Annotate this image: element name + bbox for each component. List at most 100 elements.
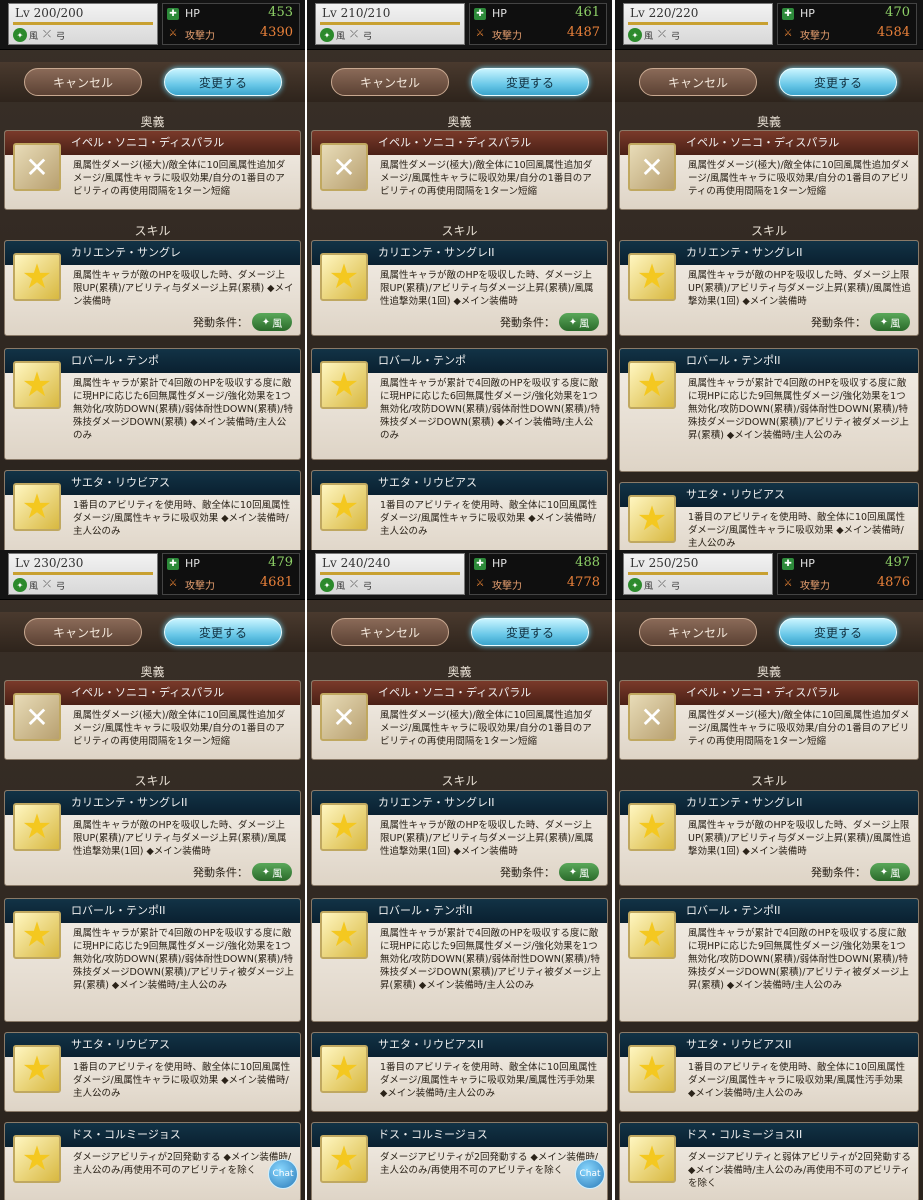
condition-label: 発動条件：	[500, 316, 555, 329]
ougi-card[interactable]: イペル・ソニコ・ディスパラル ✕ 風属性ダメージ(極大)/敵全体に10回風属性追…	[619, 680, 919, 760]
skill-description: 1番目のアビリティを使用時、敵全体に10回風属性ダメージ/風属性キャラに吸収効果…	[688, 1062, 906, 1099]
skill-card[interactable]: カリエンテ・サングレII ★ 風属性キャラが敵のHPを吸収した時、ダメージ上限U…	[619, 790, 919, 886]
skill-card[interactable]: カリエンテ・サングレII ★ 風属性キャラが敵のHPを吸収した時、ダメージ上限U…	[311, 240, 608, 336]
skill-section-title: スキル	[750, 774, 787, 788]
bow-icon: ⤫	[658, 579, 667, 590]
element-label: 風	[336, 31, 346, 42]
sword-icon: ⚔	[783, 28, 793, 39]
skill-card[interactable]: カリエンテ・サングレII ★ 風属性キャラが敵のHPを吸収した時、ダメージ上限U…	[311, 790, 608, 886]
cancel-button[interactable]: キャンセル	[639, 618, 757, 646]
level-text: Lv 230/230	[15, 556, 84, 570]
ougi-section-title: 奥義	[756, 115, 781, 129]
skill-description: 1番目のアビリティを使用時、敵全体に10回風属性ダメージ/風属性キャラに吸収効果…	[73, 500, 291, 537]
change-button[interactable]: 変更する	[779, 68, 897, 96]
ougi-card[interactable]: イペル・ソニコ・ディスパラル ✕ 風属性ダメージ(極大)/敵全体に10回風属性追…	[619, 130, 919, 210]
ougi-section-title: 奥義	[140, 665, 165, 679]
crossed-swords-icon: ✕	[13, 143, 61, 191]
level-bar	[320, 572, 460, 575]
skill-card[interactable]: ロバール・テンポ ★ 風属性キャラが累計で4回敵のHPを吸収する度に敵に現HPに…	[311, 348, 608, 460]
level-bar	[628, 572, 768, 575]
element-label: 風	[29, 31, 39, 42]
ougi-section-title: 奥義	[447, 665, 472, 679]
skill-description: 風属性キャラが敵のHPを吸収した時、ダメージ上限UP(累積)/アビリティ与ダメー…	[688, 270, 911, 307]
element-label: 風	[29, 581, 39, 592]
hp-icon: ✚	[782, 8, 794, 20]
wind-element-icon: ✦	[320, 28, 334, 42]
skill-section-title: スキル	[441, 224, 478, 238]
skill-card[interactable]: カリエンテ・サングレ ★ 風属性キャラが敵のHPを吸収した時、ダメージ上限UP(…	[4, 240, 301, 336]
level-box: Lv 200/200 ✦ 風 ⤫ 弓	[8, 3, 158, 45]
change-button[interactable]: 変更する	[164, 68, 282, 96]
condition-label: 発動条件：	[500, 866, 555, 879]
stat-box: ✚ HP 461 ⚔ 攻撃力 4487	[469, 3, 607, 45]
chat-button[interactable]: Chat	[575, 1159, 605, 1189]
skill-card[interactable]: ロバール・テンポII ★ 風属性キャラが累計で4回敵のHPを吸収する度に敵に現H…	[619, 898, 919, 1022]
skill-card[interactable]: ロバール・テンポ ★ 風属性キャラが累計で4回敵のHPを吸収する度に敵に現HPに…	[4, 348, 301, 460]
wind-element-icon: ✦	[261, 316, 271, 328]
chat-button[interactable]: Chat	[268, 1159, 298, 1189]
skill-card[interactable]: サエタ・リウビアス ★ 1番目のアビリティを使用時、敵全体に10回風属性ダメージ…	[4, 1032, 301, 1112]
ougi-card[interactable]: イペル・ソニコ・ディスパラル ✕ 風属性ダメージ(極大)/敵全体に10回風属性追…	[311, 130, 608, 210]
weapon-panel: Lv 200/200 ✦ 風 ⤫ 弓 ✚ HP 453 ⚔ 攻撃力 4390 キ…	[0, 0, 305, 552]
change-button[interactable]: 変更する	[164, 618, 282, 646]
skill-card[interactable]: サエタ・リウビアスII ★ 1番目のアビリティを使用時、敵全体に10回風属性ダメ…	[619, 1032, 919, 1112]
level-bar	[628, 22, 768, 25]
skill-card[interactable]: カリエンテ・サングレII ★ 風属性キャラが敵のHPを吸収した時、ダメージ上限U…	[4, 790, 301, 886]
change-button[interactable]: 変更する	[779, 618, 897, 646]
skill-description: 風属性キャラが累計で4回敵のHPを吸収する度に敵に現HPに応じた9回無属性ダメー…	[380, 928, 601, 991]
level-bar	[13, 22, 153, 25]
skill-card[interactable]: ロバール・テンポII ★ 風属性キャラが累計で4回敵のHPを吸収する度に敵に現H…	[311, 898, 608, 1022]
change-button[interactable]: 変更する	[471, 68, 589, 96]
cancel-button[interactable]: キャンセル	[331, 618, 449, 646]
skill-card[interactable]: ロバール・テンポII ★ 風属性キャラが累計で4回敵のHPを吸収する度に敵に現H…	[619, 348, 919, 472]
star-icon: ★	[320, 253, 368, 301]
hp-icon: ✚	[474, 8, 486, 20]
skill-card[interactable]: カリエンテ・サングレII ★ 風属性キャラが敵のHPを吸収した時、ダメージ上限U…	[619, 240, 919, 336]
weapon-label: 弓	[363, 581, 373, 592]
skill-card[interactable]: ドス・コルミージョス ★ ダメージアビリティが2回発動する ◆メイン装備時/主人…	[4, 1122, 301, 1200]
wind-element-icon: ✦	[13, 578, 27, 592]
stat-box: ✚ HP 497 ⚔ 攻撃力 4876	[777, 553, 917, 595]
change-button[interactable]: 変更する	[471, 618, 589, 646]
skill-description: 風属性キャラが累計で4回敵のHPを吸収する度に敵に現HPに応じた9回無属性ダメー…	[73, 928, 294, 991]
stat-box: ✚ HP 453 ⚔ 攻撃力 4390	[162, 3, 300, 45]
ougi-card[interactable]: イペル・ソニコ・ディスパラル ✕ 風属性ダメージ(極大)/敵全体に10回風属性追…	[4, 130, 301, 210]
hp-value: 479	[268, 555, 293, 570]
skill-card[interactable]: ドス・コルミージョスII ★ ダメージアビリティと弱体アビリティが2回発動する …	[619, 1122, 919, 1200]
bow-icon: ⤫	[43, 29, 52, 40]
level-text: Lv 250/250	[630, 556, 699, 570]
weapon-panel: Lv 210/210 ✦ 風 ⤫ 弓 ✚ HP 461 ⚔ 攻撃力 4487 キ…	[307, 0, 612, 552]
crossed-swords-icon: ✕	[320, 693, 368, 741]
ougi-section-title: 奥義	[756, 665, 781, 679]
skill-card[interactable]: ドス・コルミージョス ★ ダメージアビリティが2回発動する ◆メイン装備時/主人…	[311, 1122, 608, 1200]
star-icon: ★	[13, 361, 61, 409]
wind-condition-badge: ✦ 風	[559, 313, 599, 331]
atk-value: 4681	[259, 575, 293, 590]
cancel-button[interactable]: キャンセル	[24, 618, 142, 646]
level-text: Lv 240/240	[322, 556, 391, 570]
cancel-button[interactable]: キャンセル	[24, 68, 142, 96]
skill-description: 風属性キャラが敵のHPを吸収した時、ダメージ上限UP(累積)/アビリティ与ダメー…	[380, 820, 594, 857]
condition-label: 発動条件：	[193, 316, 248, 329]
weapon-label: 弓	[671, 31, 681, 42]
skill-card[interactable]: サエタ・リウビアス ★ 1番目のアビリティを使用時、敵全体に10回風属性ダメージ…	[619, 482, 919, 552]
weapon-panel: Lv 230/230 ✦ 風 ⤫ 弓 ✚ HP 479 ⚔ 攻撃力 4681 キ…	[0, 550, 305, 1200]
skill-card[interactable]: サエタ・リウビアスII ★ 1番目のアビリティを使用時、敵全体に10回風属性ダメ…	[311, 1032, 608, 1112]
skill-card[interactable]: サエタ・リウビアス ★ 1番目のアビリティを使用時、敵全体に10回風属性ダメージ…	[4, 470, 301, 552]
stats-header: Lv 210/210 ✦ 風 ⤫ 弓 ✚ HP 461 ⚔ 攻撃力 4487	[307, 0, 612, 50]
wind-condition-badge: ✦ 風	[252, 863, 292, 881]
ougi-description: 風属性ダメージ(極大)/敵全体に10回風属性追加ダメージ/風属性キャラに吸収効果…	[73, 160, 286, 197]
ougi-card[interactable]: イペル・ソニコ・ディスパラル ✕ 風属性ダメージ(極大)/敵全体に10回風属性追…	[4, 680, 301, 760]
skill-card[interactable]: サエタ・リウビアス ★ 1番目のアビリティを使用時、敵全体に10回風属性ダメージ…	[311, 470, 608, 552]
wind-condition-badge: ✦ 風	[559, 863, 599, 881]
cancel-button[interactable]: キャンセル	[331, 68, 449, 96]
atk-value: 4876	[876, 575, 910, 590]
skill-description: 風属性キャラが敵のHPを吸収した時、ダメージ上限UP(累積)/アビリティ与ダメー…	[688, 820, 911, 857]
hp-icon: ✚	[782, 558, 794, 570]
cancel-button[interactable]: キャンセル	[639, 68, 757, 96]
ougi-card[interactable]: イペル・ソニコ・ディスパラル ✕ 風属性ダメージ(極大)/敵全体に10回風属性追…	[311, 680, 608, 760]
skill-section-title: スキル	[134, 774, 171, 788]
skill-card[interactable]: ロバール・テンポII ★ 風属性キャラが累計で4回敵のHPを吸収する度に敵に現H…	[4, 898, 301, 1022]
skill-description: 1番目のアビリティを使用時、敵全体に10回風属性ダメージ/風属性キャラに吸収効果…	[73, 1062, 291, 1099]
star-icon: ★	[320, 911, 368, 959]
